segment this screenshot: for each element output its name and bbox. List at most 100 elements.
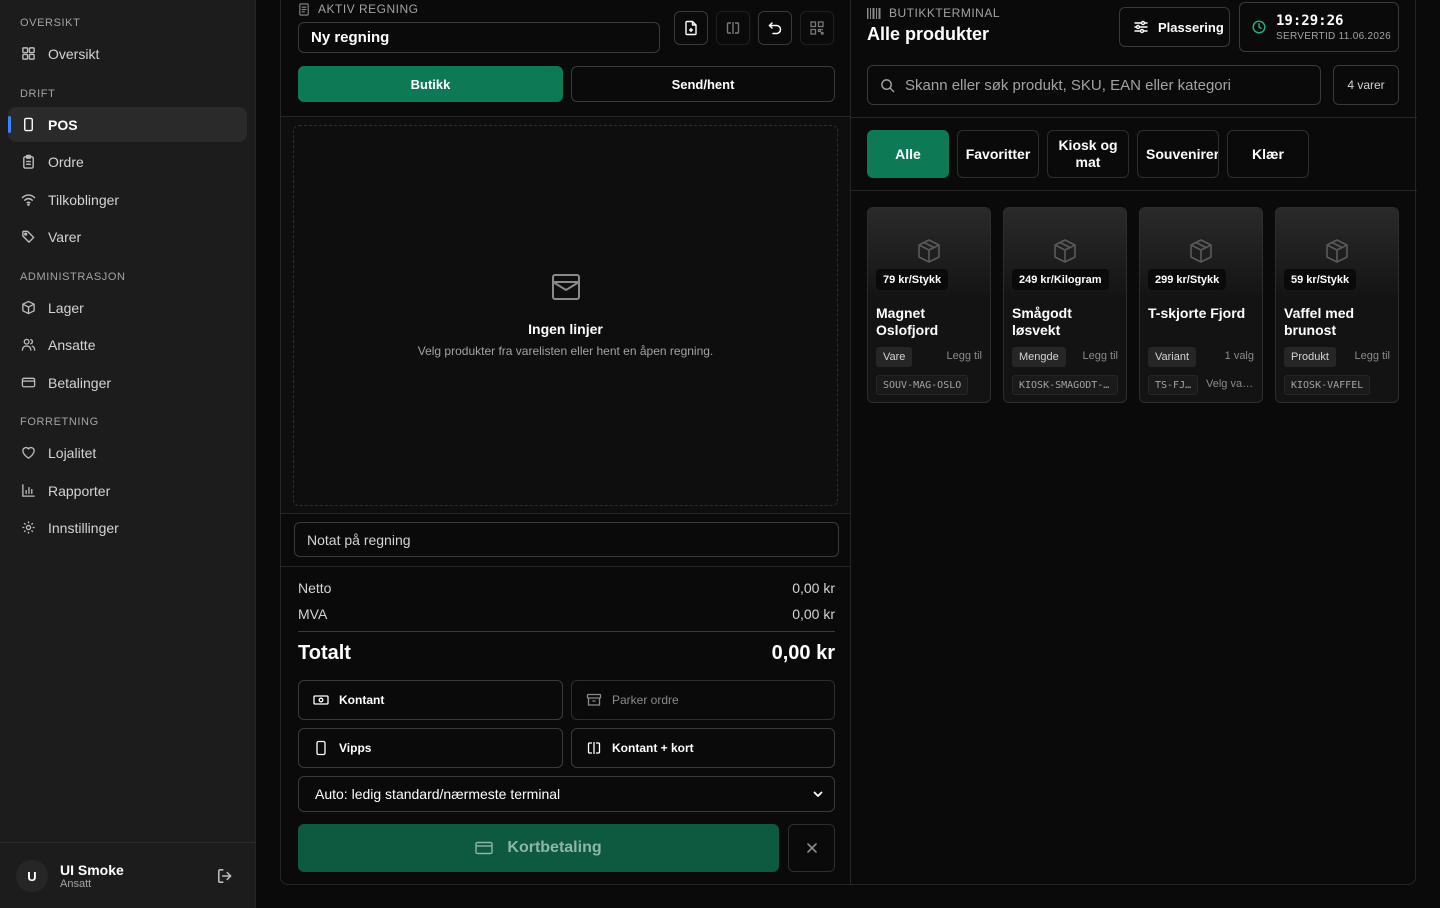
credit-card-icon <box>20 375 36 391</box>
bill-eyebrow-label: AKTIV REGNING <box>318 2 419 16</box>
sidebar-item-pos[interactable]: POS <box>8 107 247 142</box>
product-type-badge: Mengde <box>1012 347 1066 367</box>
product-sku: TS-FJ… <box>1148 375 1199 395</box>
bill-panel: AKTIV REGNING Ny regning Butikk Send/hen… <box>281 0 851 885</box>
clock-date: SERVERTID 11.06.2026 <box>1276 30 1391 42</box>
product-price: 59 kr/Stykk <box>1284 269 1357 290</box>
category-souvenirer[interactable]: Souvenirer <box>1137 130 1219 178</box>
receipt-icon <box>298 2 310 16</box>
product-name: Magnet Oslofjord <box>876 305 939 338</box>
wifi-icon <box>20 192 36 208</box>
sidebar-item-innstillinger[interactable]: Innstillinger <box>8 510 247 545</box>
users-icon <box>20 337 36 353</box>
mode-store-button[interactable]: Butikk <box>298 66 563 102</box>
category-favoritter[interactable]: Favoritter <box>957 130 1039 178</box>
product-sku: KIOSK-VAFFEL <box>1284 375 1371 395</box>
new-bill-button[interactable] <box>674 11 708 45</box>
pos-panel: AKTIV REGNING Ny regning Butikk Send/hen… <box>280 0 1417 885</box>
sidebar-item-label: Innstillinger <box>48 519 119 536</box>
sidebar-item-label: Ordre <box>48 153 84 170</box>
split-payment-button[interactable]: Kontant + kort <box>571 728 835 768</box>
park-order-button[interactable]: Parker ordre <box>571 680 835 720</box>
sliders-icon <box>1133 19 1149 35</box>
qr-code-icon <box>809 20 825 36</box>
sidebar-item-label: Lager <box>48 299 84 316</box>
product-card[interactable]: 79 kr/Stykk Magnet Oslofjord Vare Legg t… <box>867 207 991 403</box>
empty-title: Ingen linjer <box>528 321 603 337</box>
undo-icon <box>767 20 783 36</box>
split-payment-label: Kontant + kort <box>612 741 694 755</box>
catalog-title: Alle produkter <box>867 24 990 44</box>
sidebar-item-lojalitet[interactable]: Lojalitet <box>8 435 247 470</box>
vipps-label: Vipps <box>339 741 372 755</box>
product-search-input[interactable]: Skann eller søk produkt, SKU, EAN eller … <box>867 65 1321 105</box>
sidebar-item-ordre[interactable]: Ordre <box>8 144 247 179</box>
search-icon <box>880 78 895 93</box>
package-icon <box>1187 237 1215 265</box>
user-panel: U UI Smoke Ansatt <box>0 842 256 908</box>
box-icon <box>20 300 36 316</box>
total-row: Totalt 0,00 kr <box>298 642 835 665</box>
category-alle[interactable]: Alle <box>867 130 949 178</box>
bill-lines: Ingen linjer Velg produkter fra varelist… <box>281 116 850 514</box>
sidebar-item-ansatte[interactable]: Ansatte <box>8 327 247 362</box>
sidebar-item-varer[interactable]: Varer <box>8 219 247 254</box>
placement-button[interactable]: Plassering <box>1119 7 1230 47</box>
sidebar-item-lager[interactable]: Lager <box>8 290 247 325</box>
cash-button[interactable]: Kontant <box>298 680 563 720</box>
vipps-button[interactable]: Vipps <box>298 728 563 768</box>
package-icon <box>915 237 943 265</box>
placement-label: Plassering <box>1158 19 1224 35</box>
gear-icon <box>20 520 36 536</box>
category-klaer[interactable]: Klær <box>1227 130 1309 178</box>
qr-button[interactable] <box>800 11 834 45</box>
note-section: Notat på regning <box>281 514 850 567</box>
terminal-select[interactable]: Auto: ledig standard/nærmeste terminal <box>298 776 835 812</box>
product-action: 1 valg <box>1224 350 1254 362</box>
catalog-eyebrow-label: BUTIKKTERMINAL <box>889 6 1001 20</box>
sidebar-item-label: Varer <box>48 228 82 245</box>
mode-send-button[interactable]: Send/hent <box>571 66 835 102</box>
category-kiosk[interactable]: Kiosk og mat <box>1047 130 1129 178</box>
sidebar-item-betalinger[interactable]: Betalinger <box>8 365 247 400</box>
split-bill-button[interactable] <box>716 11 750 45</box>
product-name: T-skjorte Fjord <box>1148 305 1246 321</box>
separator <box>851 117 1417 118</box>
logout-icon[interactable] <box>216 867 234 885</box>
search-placeholder: Skann eller søk produkt, SKU, EAN eller … <box>905 76 1231 94</box>
clock-icon <box>1252 20 1266 34</box>
credit-card-icon <box>475 841 494 855</box>
card-payment-button[interactable]: Kortbetaling <box>298 824 779 872</box>
product-card[interactable]: 59 kr/Stykk Vaffel med brunost Produkt L… <box>1275 207 1399 403</box>
product-price: 299 kr/Stykk <box>1148 269 1227 290</box>
product-action: Legg til <box>946 350 982 362</box>
product-action: Legg til <box>1354 350 1390 362</box>
sidebar-item-oversikt[interactable]: Oversikt <box>8 36 247 71</box>
vat-row: MVA 0,00 kr <box>298 606 835 622</box>
product-name: Smågodt løsvekt <box>1012 305 1072 338</box>
section-business: FORRETNING <box>20 416 99 428</box>
heart-icon <box>20 445 36 461</box>
product-variant-hint: Velg va… <box>1206 378 1254 390</box>
sidebar-item-tilkoblinger[interactable]: Tilkoblinger <box>8 182 247 217</box>
undo-button[interactable] <box>758 11 792 45</box>
product-type-badge: Produkt <box>1284 347 1336 367</box>
catalog-panel: BUTIKKTERMINAL Alle produkter Plassering… <box>851 0 1417 885</box>
bill-name-input[interactable]: Ny regning <box>298 22 660 53</box>
product-card[interactable]: 249 kr/Kilogram Smågodt løsvekt Mengde L… <box>1003 207 1127 403</box>
product-count: 4 varer <box>1333 65 1399 105</box>
sidebar-item-rapporter[interactable]: Rapporter <box>8 473 247 508</box>
product-name: Vaffel med brunost <box>1284 305 1355 338</box>
product-image: 59 kr/Stykk <box>1276 208 1398 296</box>
clear-bill-button[interactable] <box>788 824 835 872</box>
bill-note-input[interactable]: Notat på regning <box>294 522 839 557</box>
separator <box>851 190 1417 191</box>
product-card[interactable]: 299 kr/Stykk T-skjorte Fjord Variant 1 v… <box>1139 207 1263 403</box>
product-image: 79 kr/Stykk <box>868 208 990 296</box>
product-action: Legg til <box>1082 350 1118 362</box>
close-icon <box>806 842 818 854</box>
split-icon <box>586 740 602 756</box>
server-clock: 19:29:26 SERVERTID 11.06.2026 <box>1239 2 1399 52</box>
tags-icon <box>20 229 36 245</box>
user-name: UI Smoke <box>60 862 124 878</box>
